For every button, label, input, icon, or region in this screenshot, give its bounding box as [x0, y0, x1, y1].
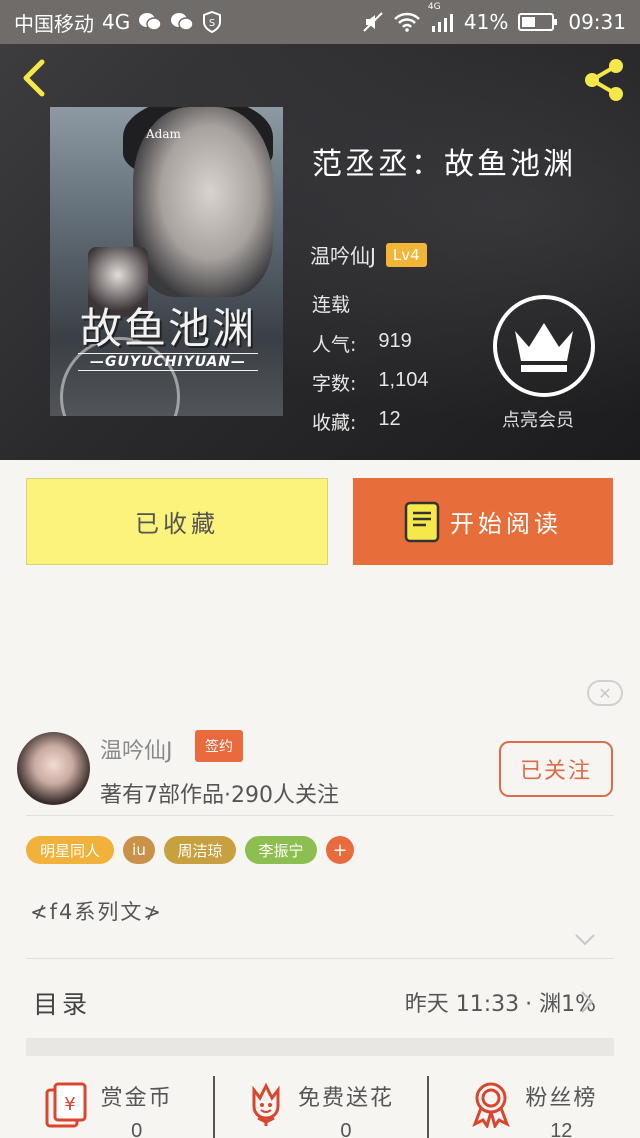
book-title: 范丞丞：故鱼池渊 [312, 147, 576, 182]
cover-top-text: Adam [146, 127, 181, 141]
add-tag-button[interactable]: + [326, 836, 354, 864]
author-avatar[interactable] [17, 732, 90, 805]
medal-icon [472, 1082, 511, 1128]
follow-button[interactable]: 已关注 [499, 741, 613, 797]
favorited-button[interactable]: 已收藏 [26, 478, 328, 565]
vertical-divider [213, 1076, 216, 1138]
vip-button[interactable] [493, 295, 595, 397]
popularity-value: 919 [378, 330, 412, 352]
toc-update-time: 昨天 11:33 [404, 992, 520, 1017]
tip-coins-count: 0 [131, 1120, 143, 1138]
tip-coins-label: 赏金币 [100, 1086, 173, 1111]
book-status: 连载 [312, 290, 350, 317]
svg-text:¥: ¥ [64, 1094, 75, 1115]
status-label: 连载 [312, 294, 351, 316]
carrier-label: 中国移动 [14, 11, 94, 36]
close-icon: ✕ [598, 683, 612, 703]
wechat-icon [138, 12, 162, 32]
popularity-row: 人气: 919 [312, 330, 412, 357]
tip-coins-button[interactable]: ¥ 赏金币 0 [0, 1070, 213, 1138]
cover-pinyin: —GUYUCHIYUAN— [78, 353, 258, 371]
vertical-divider [426, 1076, 429, 1138]
red-envelope-icon: ¥ [45, 1082, 87, 1128]
bottom-action-bar: ¥ 赏金币 0 免费送花 0 粉丝榜 12 [0, 1070, 640, 1138]
network-label: 4G [102, 10, 131, 34]
crown-icon [515, 323, 573, 372]
send-flower-label: 免费送花 [297, 1086, 394, 1111]
close-ad-button[interactable]: ✕ [587, 680, 623, 706]
book-cover[interactable]: Adam 故鱼池渊 —GUYUCHIYUAN— [50, 107, 283, 416]
back-button[interactable] [16, 56, 52, 100]
word-count-label: 字数: [312, 373, 357, 395]
clock: 09:31 [568, 10, 626, 34]
svg-text:S: S [209, 18, 215, 29]
tag-item[interactable]: 李振宁 [245, 836, 317, 864]
battery-percent: 41% [463, 10, 509, 34]
favorited-label: 已收藏 [135, 510, 219, 538]
toc-latest[interactable]: 昨天 11:33 · 渊1% [405, 986, 596, 1018]
favorites-row: 收藏: 12 [312, 408, 401, 435]
tag-item[interactable]: 周洁琼 [164, 836, 236, 864]
tag-item[interactable]: 明星同人 [26, 836, 114, 864]
expand-intro-button[interactable] [574, 932, 596, 951]
cover-title: 故鱼池渊 [80, 304, 257, 353]
toc-label[interactable]: 目录 [33, 985, 91, 1021]
fan-ranking-button[interactable]: 粉丝榜 12 [426, 1070, 640, 1138]
start-reading-button[interactable]: 开始阅读 [353, 478, 613, 565]
cell-signal-icon: 4G [428, 2, 454, 32]
share-icon [585, 59, 623, 101]
level-badge: Lv4 [385, 242, 427, 267]
send-flower-button[interactable]: 免费送花 0 [213, 1070, 426, 1138]
favorites-label: 收藏: [312, 412, 357, 434]
share-button[interactable] [580, 56, 628, 104]
chevron-right-icon [581, 991, 594, 1013]
favorites-value: 12 [378, 408, 401, 430]
toc-arrow[interactable] [580, 990, 594, 1018]
shield-icon: S [202, 11, 222, 33]
send-flower-count: 0 [340, 1120, 352, 1138]
book-author-row[interactable]: 温吟仙J Lv4 [310, 240, 427, 269]
tag-item[interactable]: iu [123, 836, 155, 864]
popularity-label: 人气: [312, 334, 357, 356]
book-intro: ≮f4系列文≯ [30, 900, 163, 924]
fan-ranking-count: 12 [550, 1120, 573, 1138]
author-works-count: 著有7部作品·290人关注 [100, 783, 339, 808]
wechat-icon-2 [170, 12, 194, 32]
flower-icon [252, 1082, 280, 1126]
divider [26, 958, 614, 959]
fan-ranking-label: 粉丝榜 [525, 1086, 598, 1111]
vip-label: 点亮会员 [502, 410, 574, 431]
tag-list: 明星同人 iu 周洁琼 李振宁 + [26, 836, 354, 864]
wifi-icon [394, 12, 420, 32]
status-bar: 中国移动 4G S 4G 41% 09:31 [0, 0, 640, 44]
divider [26, 815, 614, 816]
chevron-down-icon [575, 934, 595, 946]
battery-icon [518, 12, 558, 32]
book-author[interactable]: 温吟仙J [310, 240, 376, 269]
signed-badge: 签约 [195, 730, 243, 762]
plus-icon: + [332, 839, 348, 861]
start-reading-label: 开始阅读 [450, 510, 562, 538]
word-count-row: 字数: 1,104 [312, 369, 428, 396]
book-icon [404, 501, 440, 542]
author-name[interactable]: 温吟仙J [100, 733, 173, 765]
word-count-value: 1,104 [378, 369, 429, 391]
chevron-left-icon [23, 59, 45, 97]
signal-type-label: 4G [427, 2, 441, 12]
section-separator [26, 1038, 614, 1056]
mute-icon [362, 11, 384, 33]
